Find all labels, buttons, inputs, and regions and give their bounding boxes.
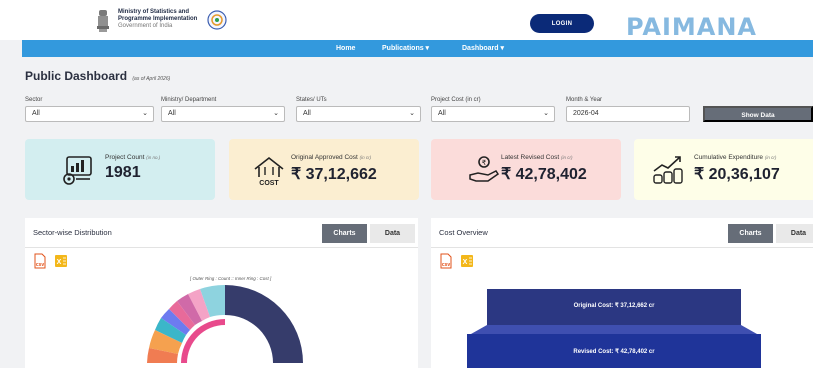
csv-file-icon[interactable]: csv (33, 253, 47, 269)
cost-panel-title: Cost Overview (439, 228, 488, 237)
ministry-select-value: All (168, 110, 176, 117)
original-cost-label: Original Approved Cost (in cr) (291, 154, 371, 161)
chevron-down-icon: ⌄ (273, 110, 279, 117)
growth-coins-icon (653, 156, 683, 184)
month-label: Month & Year (566, 97, 603, 103)
month-input-value: 2026-04 (573, 110, 599, 117)
money-hand-icon: ₹ (469, 156, 500, 182)
ministry-line-3: Government of India (118, 23, 173, 29)
cumulative-expenditure-label-text: Cumulative Expenditure (694, 154, 764, 161)
original-cost-value: ₹ 37,12,662 (291, 166, 377, 183)
states-select-value: All (303, 110, 311, 117)
excel-file-icon[interactable]: X (54, 253, 68, 269)
national-emblem-icon (97, 10, 109, 32)
cost-label: Project Cost (in cr) (431, 97, 481, 103)
project-count-label: Project Count (in no.) (105, 154, 160, 161)
csv-file-icon[interactable]: csv (439, 253, 453, 269)
svg-text:X: X (463, 259, 468, 266)
cost-house-icon: COST (254, 156, 284, 187)
sector-tab-data[interactable]: Data (370, 224, 415, 243)
cumulative-expenditure-card: Cumulative Expenditure (in cr) ₹ 20,36,1… (634, 139, 813, 200)
ministry-name: Ministry of Statistics and Programme Imp… (118, 9, 197, 30)
cost-panel-divider (431, 247, 813, 248)
paimana-logo: PAIMANA (626, 13, 758, 41)
nav-dashboard[interactable]: Dashboard ▾ (462, 40, 504, 57)
sector-select[interactable]: All ⌄ (25, 106, 154, 122)
cost-select[interactable]: All ⌄ (431, 106, 555, 122)
sector-label: Sector (25, 97, 43, 103)
svg-text:csv: csv (442, 262, 451, 268)
sector-panel-divider (25, 247, 418, 248)
cost-funnel-chart (467, 289, 761, 368)
cost-icon-text: COST (259, 180, 279, 187)
cost-overview-panel: Cost Overview Charts Data csv X Original… (431, 218, 813, 368)
revised-cost-value: ₹ 42,78,402 (501, 166, 587, 183)
cost-tab-data[interactable]: Data (776, 224, 813, 243)
top-header: Ministry of Statistics and Programme Imp… (0, 0, 813, 40)
revised-cost-card: ₹ Latest Revised Cost (in cr) ₹ 42,78,40… (431, 139, 621, 200)
revised-cost-label: Latest Revised Cost (in cr) (501, 154, 572, 161)
show-data-button[interactable]: Show Data (703, 106, 813, 122)
excel-file-icon[interactable]: X (460, 253, 474, 269)
cumulative-expenditure-label: Cumulative Expenditure (in cr) (694, 154, 776, 161)
project-count-icon (63, 156, 92, 185)
sector-distribution-panel: Sector-wise Distribution Charts Data csv… (25, 218, 418, 368)
revised-cost-bar-label: Revised Cost: ₹ 42,78,402 cr (573, 349, 655, 355)
original-cost-bar-label: Original Cost: ₹ 37,12,662 cr (573, 303, 655, 309)
svg-text:X: X (57, 259, 62, 266)
chevron-down-icon: ⌄ (409, 110, 415, 117)
cost-select-value: All (438, 110, 446, 117)
login-button[interactable]: LOGIN (530, 14, 594, 33)
ministry-line-1: Ministry of Statistics and (118, 9, 190, 15)
ministry-select[interactable]: All ⌄ (161, 106, 285, 122)
ministry-label: Ministry/ Department (161, 97, 217, 103)
page-title-text: Public Dashboard (25, 69, 128, 83)
revised-cost-label-text: Latest Revised Cost (501, 154, 560, 161)
ministry-line-2: Programme Implementation (118, 16, 198, 22)
sector-tab-charts[interactable]: Charts (322, 224, 367, 243)
ministry-logo-icon (207, 10, 227, 30)
svg-text:₹: ₹ (482, 159, 487, 167)
chevron-down-icon: ⌄ (142, 110, 148, 117)
svg-text:csv: csv (36, 262, 45, 268)
project-count-label-text: Project Count (105, 154, 145, 161)
sector-donut-chart (147, 285, 303, 363)
cost-tab-charts[interactable]: Charts (728, 224, 773, 243)
cumulative-expenditure-value: ₹ 20,36,107 (694, 166, 780, 183)
project-count-value: 1981 (105, 164, 141, 181)
page-title: Public Dashboard (as of April 2026) (25, 69, 170, 83)
states-label: States/ UTs (296, 97, 327, 103)
nav-publications[interactable]: Publications ▾ (382, 40, 429, 57)
as-of-date: (as of April 2026) (132, 76, 171, 82)
cumulative-expenditure-unit: (in cr) (764, 155, 777, 160)
project-count-card: Project Count (in no.) 1981 (25, 139, 215, 200)
nav-home[interactable]: Home (336, 40, 355, 57)
main-nav: Home Publications ▾ Dashboard ▾ (22, 40, 813, 57)
original-cost-label-text: Original Approved Cost (291, 154, 358, 161)
states-select[interactable]: All ⌄ (296, 106, 421, 122)
funnel-transition (471, 325, 757, 334)
sector-panel-title: Sector-wise Distribution (33, 228, 112, 237)
month-input[interactable]: 2026-04 (566, 106, 690, 122)
chart-legend-note: [ Outer Ring : Count :: Inner Ring : Cos… (190, 276, 272, 281)
original-cost-unit: (in cr) (359, 155, 372, 160)
project-count-unit: (in no.) (146, 155, 161, 160)
original-cost-card: COST Original Approved Cost (in cr) ₹ 37… (229, 139, 419, 200)
sector-select-value: All (32, 110, 40, 117)
revised-cost-unit: (in cr) (560, 155, 573, 160)
chevron-down-icon: ⌄ (543, 110, 549, 117)
